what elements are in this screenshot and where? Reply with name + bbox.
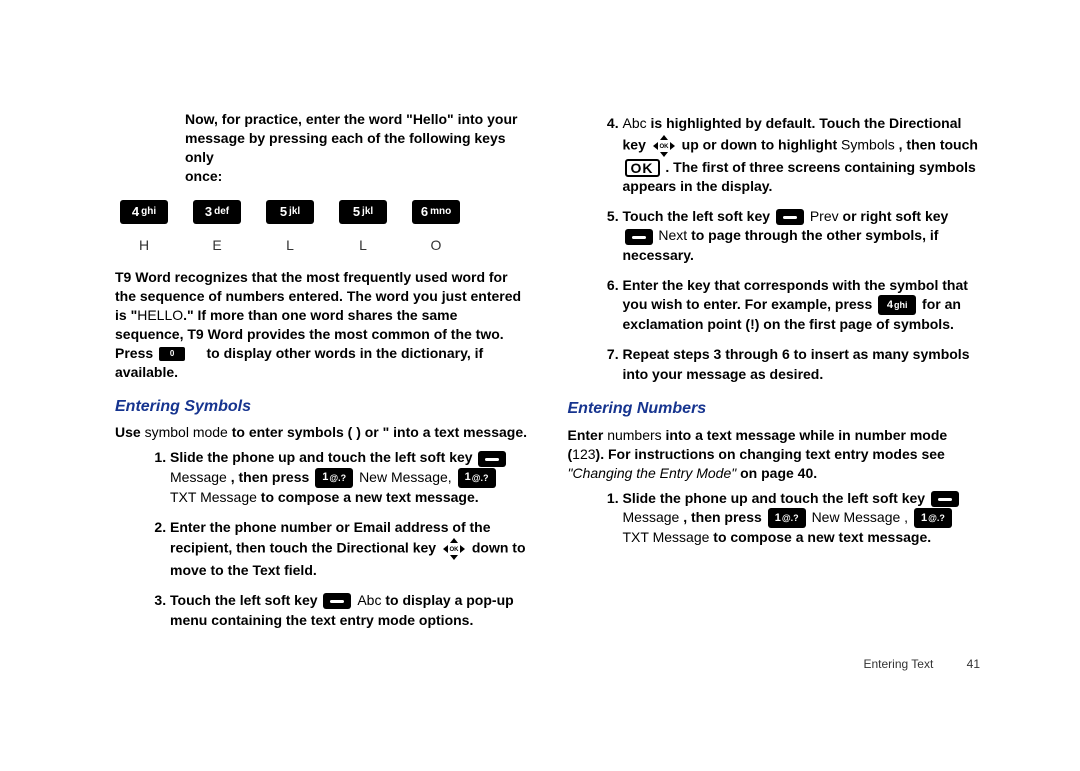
footer-page: 41 <box>967 657 980 671</box>
phone-key-5b: 5jkl <box>339 200 387 224</box>
phone-key-3: 3def <box>193 200 241 224</box>
t9-paragraph: T9 Word recognizes that the most frequen… <box>115 268 528 381</box>
symbols-intro: Use symbol mode to enter symbols ( ) or … <box>115 423 528 442</box>
letter-o: O <box>431 236 442 255</box>
practice-line2: message by pressing each of the followin… <box>185 130 506 165</box>
letter-h: H <box>139 236 149 255</box>
softkey-icon <box>478 451 506 467</box>
letter-l1: L <box>286 236 294 255</box>
key-col-4: 6mno O <box>412 200 460 255</box>
page-footer: Entering Text 41 <box>863 657 980 671</box>
dpad-icon-2: OK <box>652 134 676 158</box>
practice-line3: once: <box>185 168 222 184</box>
svg-text:OK: OK <box>659 144 669 150</box>
numbers-intro: Enter numbers into a text message while … <box>568 426 981 483</box>
symbols-steps: Slide the phone up and touch the left so… <box>115 448 528 630</box>
letter-e: E <box>212 236 221 255</box>
symbols-steps-cont: Abc is highlighted by default. Touch the… <box>568 114 981 384</box>
numbers-steps: Slide the phone up and touch the left so… <box>568 489 981 548</box>
zero-key-icon: 0 <box>159 347 185 361</box>
four-key-icon: 4ghi <box>878 295 916 315</box>
step-4: Abc is highlighted by default. Touch the… <box>623 114 981 197</box>
step-7: Repeat steps 3 through 6 to insert as ma… <box>623 345 981 384</box>
num-step-1: Slide the phone up and touch the left so… <box>623 489 981 548</box>
one-key-icon: 1@.? <box>315 468 353 488</box>
svg-text:OK: OK <box>449 547 459 553</box>
key-col-1: 3def E <box>193 200 241 255</box>
page-content: Now, for practice, enter the word "Hello… <box>0 0 1080 690</box>
softkey-icon-3 <box>776 209 804 225</box>
section-entering-symbols: Entering Symbols <box>115 396 528 418</box>
phone-key-6: 6mno <box>412 200 460 224</box>
one-key-icon-4: 1@.? <box>914 508 952 528</box>
phone-key-5a: 5jkl <box>266 200 314 224</box>
softkey-icon-5 <box>931 491 959 507</box>
key-col-2: 5jkl L <box>266 200 314 255</box>
practice-line1: Now, for practice, enter the word "Hello… <box>185 111 517 127</box>
right-column: Abc is highlighted by default. Touch the… <box>568 110 981 640</box>
softkey-icon-4 <box>625 229 653 245</box>
step-1: Slide the phone up and touch the left so… <box>170 448 528 507</box>
section-entering-numbers: Entering Numbers <box>568 398 981 420</box>
ok-button-icon: OK <box>625 159 660 177</box>
left-column: Now, for practice, enter the word "Hello… <box>115 110 528 640</box>
one-key-icon-2: 1@.? <box>458 468 496 488</box>
footer-section: Entering Text <box>863 657 933 671</box>
phone-key-4: 4ghi <box>120 200 168 224</box>
practice-paragraph: Now, for practice, enter the word "Hello… <box>185 110 528 186</box>
one-key-icon-3: 1@.? <box>768 508 806 528</box>
letter-l2: L <box>359 236 367 255</box>
hello-key-row: 4ghi H 3def E 5jkl L 5jkl L 6mno O <box>120 200 528 255</box>
step-3: Touch the left soft key Abc to display a… <box>170 591 528 630</box>
step-2: Enter the phone number or Email address … <box>170 518 528 581</box>
key-col-0: 4ghi H <box>120 200 168 255</box>
step-5: Touch the left soft key Prev or right so… <box>623 207 981 266</box>
dpad-icon: OK <box>442 537 466 561</box>
softkey-icon-2 <box>323 593 351 609</box>
key-col-3: 5jkl L <box>339 200 387 255</box>
step-6: Enter the key that corresponds with the … <box>623 276 981 335</box>
